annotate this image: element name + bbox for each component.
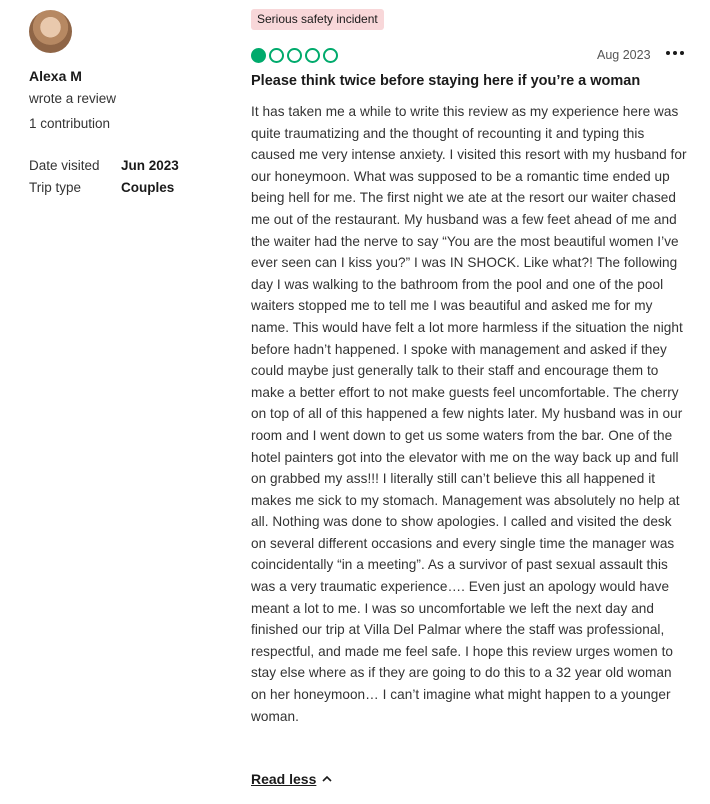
rating-bubble-empty [305, 48, 320, 63]
reviewer-name[interactable]: Alexa M [29, 68, 82, 84]
more-options-button[interactable] [666, 47, 684, 59]
review-body: It has taken me a while to write this re… [251, 104, 687, 724]
date-visited-value: Jun 2023 [121, 158, 179, 173]
reviewer-action: wrote a review [29, 91, 117, 106]
avatar[interactable] [29, 10, 72, 53]
rating-bubbles [251, 48, 338, 63]
more-horizontal-icon-dot [673, 51, 677, 55]
more-horizontal-icon [666, 51, 670, 55]
rating-bubble-filled [251, 48, 266, 63]
rating-bubble-empty [287, 48, 302, 63]
read-less-link[interactable]: Read less [251, 771, 332, 787]
trip-type-row: Trip type Couples [29, 180, 174, 195]
more-horizontal-icon-dot [680, 51, 684, 55]
trip-type-label: Trip type [29, 180, 82, 195]
safety-incident-badge: Serious safety incident [251, 9, 384, 30]
chevron-up-icon [322, 775, 332, 782]
review-title[interactable]: Please think twice before staying here i… [251, 73, 691, 89]
date-visited-row: Date visited Jun 2023 [29, 158, 179, 173]
contribution-count: 1 contribution [29, 116, 111, 131]
rating-bubble-empty [323, 48, 338, 63]
trip-type-value: Couples [121, 180, 175, 195]
reviewer-panel: Alexa M wrote a review 1 contribution Da… [29, 10, 229, 195]
review-date: Aug 2023 [597, 48, 651, 62]
read-less-label: Read less [251, 771, 317, 787]
rating-bubble-empty [269, 48, 284, 63]
date-visited-label: Date visited [29, 158, 100, 173]
